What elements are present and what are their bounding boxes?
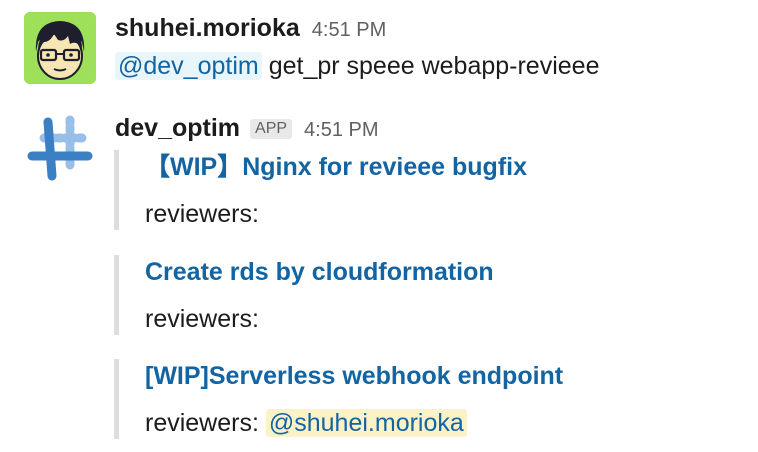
person-with-glasses-icon	[24, 12, 96, 84]
attachment: [WIP]Serverless webhook endpoint reviewe…	[114, 359, 563, 439]
timestamp[interactable]: 4:51 PM	[312, 19, 386, 42]
reviewers-label: reviewers:	[145, 305, 259, 333]
username[interactable]: dev_optim	[115, 114, 240, 143]
reviewer-mention[interactable]: @shuhei.morioka	[265, 409, 467, 437]
message-header: shuhei.morioka 4:51 PM	[115, 14, 386, 43]
attachment: 【WIP】Nginx for revieee bugfix reviewers:	[114, 150, 527, 230]
app-badge: APP	[250, 119, 293, 139]
reviewers-label: reviewers:	[145, 200, 259, 228]
message-header: dev_optim APP 4:51 PM	[115, 114, 379, 143]
attachment-title-link[interactable]: Create rds by cloudformation	[145, 255, 494, 289]
user-avatar[interactable]	[24, 12, 96, 84]
attachment-text: reviewers:	[145, 303, 494, 335]
attachment-text: reviewers: @shuhei.morioka	[145, 407, 563, 439]
message-text: @dev_optim get_pr speee webapp-revieee	[115, 52, 599, 81]
message-body: get_pr speee webapp-revieee	[268, 52, 600, 80]
attachment-text: reviewers:	[145, 198, 527, 230]
username[interactable]: shuhei.morioka	[115, 14, 300, 43]
attachment-title-link[interactable]: [WIP]Serverless webhook endpoint	[145, 359, 563, 393]
reviewers-label: reviewers:	[145, 409, 259, 437]
bot-avatar[interactable]	[24, 112, 96, 184]
attachment: Create rds by cloudformation reviewers:	[114, 255, 494, 335]
attachment-title-link[interactable]: 【WIP】Nginx for revieee bugfix	[145, 150, 527, 184]
timestamp[interactable]: 4:51 PM	[304, 119, 378, 142]
mention-link[interactable]: @dev_optim	[115, 52, 262, 80]
hash-slack-icon	[27, 115, 93, 181]
